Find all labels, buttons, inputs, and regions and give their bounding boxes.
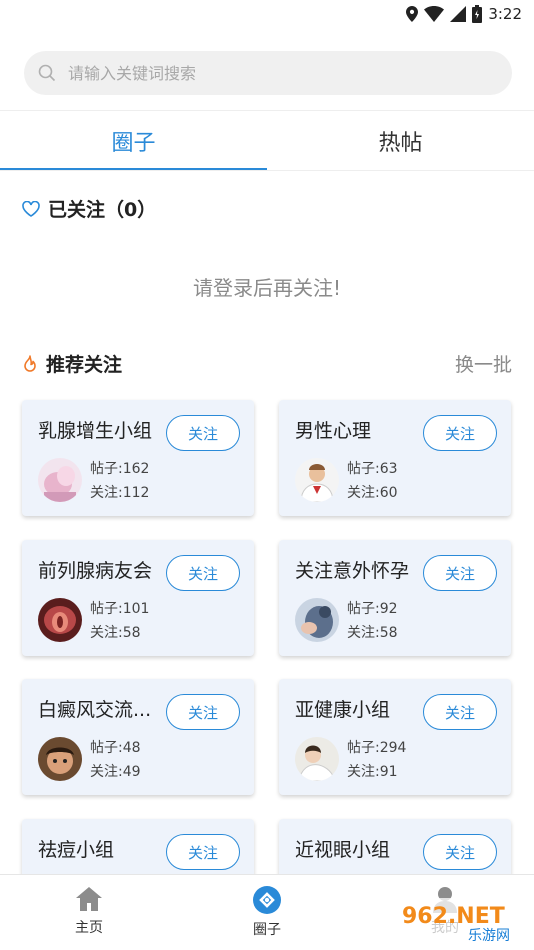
group-avatar (295, 598, 339, 642)
group-stats: 帖子:92 关注:58 (347, 597, 398, 645)
group-avatar (295, 458, 339, 502)
follow-button[interactable]: 关注 (423, 834, 497, 870)
post-count: 帖子:101 (90, 601, 150, 617)
fire-icon (24, 354, 36, 372)
follow-button[interactable]: 关注 (166, 834, 240, 870)
follower-count: 关注:112 (90, 485, 150, 501)
nav-circle[interactable]: 圈子 (178, 875, 356, 950)
group-stats: 帖子:63 关注:60 (347, 457, 398, 505)
circle-icon (253, 886, 281, 914)
heart-icon (22, 200, 40, 217)
group-name: 白癜风交流... (38, 699, 152, 721)
follow-button[interactable]: 关注 (423, 694, 497, 730)
follower-count: 关注:49 (90, 764, 141, 780)
group-name: 近视眼小组 (295, 839, 391, 861)
group-name: 前列腺病友会 (38, 560, 153, 582)
group-name: 关注意外怀孕 (295, 560, 410, 582)
post-count: 帖子:63 (347, 461, 398, 477)
post-count: 帖子:294 (347, 740, 407, 756)
search-bar[interactable] (24, 51, 512, 95)
signal-icon (450, 6, 467, 22)
post-count: 帖子:48 (90, 740, 141, 756)
follow-button[interactable]: 关注 (166, 555, 240, 591)
group-card[interactable]: 亚健康小组 关注 帖子:294 关注:91 (279, 679, 511, 795)
follow-button[interactable]: 关注 (423, 415, 497, 451)
watermark-subtext: 乐游网 (468, 928, 510, 944)
group-card[interactable]: 关注意外怀孕 关注 帖子:92 关注:58 (279, 540, 511, 656)
tab-circle[interactable]: 圈子 (0, 111, 267, 171)
watermark-logo: 962.NET 乐游网 (396, 898, 530, 944)
location-icon (406, 6, 419, 22)
group-name: 祛痘小组 (38, 839, 115, 861)
group-avatar (38, 458, 82, 502)
status-time: 3:22 (488, 5, 522, 23)
recommend-title: 推荐关注 (46, 354, 123, 376)
group-name: 乳腺增生小组 (38, 420, 153, 442)
follower-count: 关注:58 (90, 625, 141, 641)
group-avatar (38, 598, 82, 642)
group-name: 亚健康小组 (295, 699, 391, 721)
group-stats: 帖子:294 关注:91 (347, 736, 406, 784)
post-count: 帖子:92 (347, 601, 398, 617)
group-card[interactable]: 白癜风交流... 关注 帖子:48 关注:49 (22, 679, 254, 795)
tab-hot-posts[interactable]: 热帖 (267, 111, 534, 171)
group-card[interactable]: 乳腺增生小组 关注 帖子:162 关注:112 (22, 400, 254, 516)
login-tip[interactable]: 请登录后再关注! (0, 272, 534, 301)
group-stats: 帖子:48 关注:49 (90, 736, 141, 784)
group-name: 男性心理 (295, 420, 372, 442)
follower-count: 关注:60 (347, 485, 398, 501)
battery-icon (472, 5, 483, 23)
group-avatar (295, 737, 339, 781)
follow-button[interactable]: 关注 (166, 694, 240, 730)
swap-batch-button[interactable]: 换一批 (455, 350, 512, 377)
group-avatar (38, 737, 82, 781)
follower-count: 关注:91 (347, 764, 398, 780)
recommend-section-header: 推荐关注 (22, 350, 122, 377)
search-icon (38, 64, 56, 82)
nav-circle-label: 圈子 (253, 922, 281, 938)
watermark-text: 962.NET (402, 904, 505, 929)
group-card[interactable]: 前列腺病友会 关注 帖子:101 关注:58 (22, 540, 254, 656)
followed-section-header: 已关注（0） (22, 195, 156, 222)
search-input[interactable] (68, 63, 468, 83)
wifi-icon (424, 6, 445, 22)
post-count: 帖子:162 (90, 461, 150, 477)
follower-count: 关注:58 (347, 625, 398, 641)
nav-home[interactable]: 主页 (0, 875, 178, 950)
group-card[interactable]: 男性心理 关注 帖子:63 关注:60 (279, 400, 511, 516)
nav-home-label: 主页 (75, 920, 103, 936)
home-icon (76, 887, 102, 911)
followed-title: 已关注（0） (48, 199, 157, 221)
group-stats: 帖子:101 关注:58 (90, 597, 149, 645)
follow-button[interactable]: 关注 (423, 555, 497, 591)
follow-button[interactable]: 关注 (166, 415, 240, 451)
group-stats: 帖子:162 关注:112 (90, 457, 149, 505)
tab-bar: 圈子 热帖 (0, 111, 534, 171)
status-bar: 3:22 (0, 0, 534, 28)
divider (0, 170, 534, 171)
